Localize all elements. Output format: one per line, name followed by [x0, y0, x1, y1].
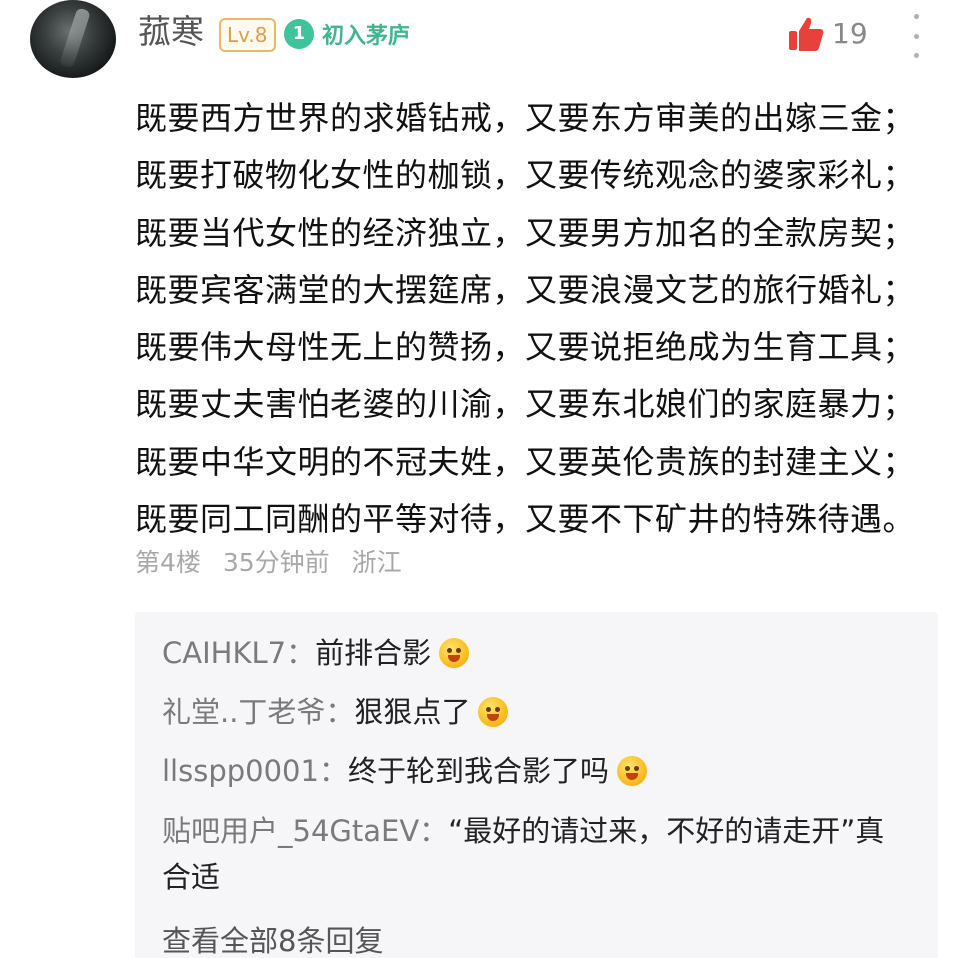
reply-item[interactable]: llsspp0001：终于轮到我合影了吗 — [162, 748, 912, 794]
reply-author[interactable]: 礼堂..丁老爷： — [162, 695, 354, 729]
post-content: 既要西方世界的求婚钻戒，又要东方审美的出嫁三金； 既要打破物化女性的枷锁，又要传… — [135, 90, 935, 548]
reply-text: 前排合影 — [315, 636, 432, 670]
content-line: 既要中华文明的不冠夫姓，又要英伦贵族的封建主义； — [135, 442, 916, 481]
view-all-replies-link[interactable]: 查看全部8条回复 — [162, 918, 383, 958]
thumbs-up-icon — [789, 17, 824, 51]
avatar-image — [59, 7, 91, 69]
more-vertical-icon[interactable] — [910, 14, 922, 58]
floor-number: 第4楼 — [135, 548, 201, 577]
content-line: 既要打破物化女性的枷锁，又要传统观念的婆家彩礼； — [135, 156, 916, 195]
reply-text: 终于轮到我合影了吗 — [347, 754, 609, 788]
like-count: 19 — [832, 17, 868, 50]
post-location: 浙江 — [351, 548, 402, 577]
author-name[interactable]: 菰寒 — [138, 10, 204, 54]
post-card: 菰寒 Lv.8 1 初入茅庐 19 既要西方世界的求婚钻戒，又要东方审美的出嫁三… — [0, 0, 960, 958]
level-badge: Lv.8 — [219, 18, 276, 52]
grimace-emoji — [478, 697, 509, 727]
reply-author[interactable]: llsspp0001： — [162, 754, 348, 788]
post-meta: 第4楼 35分钟前 浙江 — [135, 543, 416, 583]
like-button[interactable]: 19 — [786, 14, 868, 54]
reply-section: CAIHKL7：前排合影 礼堂..丁老爷：狠狠点了 llsspp0001：终于轮… — [135, 612, 938, 958]
content-line: 既要丈夫害怕老婆的川渝，又要东北娘们的家庭暴力； — [135, 385, 916, 424]
content-line: 既要当代女性的经济独立，又要男方加名的全款房契； — [135, 213, 916, 252]
content-line: 既要西方世界的求婚钻戒，又要东方审美的出嫁三金； — [135, 99, 916, 137]
post-time: 35分钟前 — [222, 548, 330, 577]
reply-author[interactable]: 贴吧用户_54GtaEV： — [162, 814, 448, 848]
reply-item[interactable]: CAIHKL7：前排合影 — [162, 630, 912, 676]
rank-title: 初入茅庐 — [322, 24, 411, 49]
rank-badge: 1 初入茅庐 — [284, 16, 410, 52]
content-line: 既要宾客满堂的大摆筵席，又要浪漫文艺的旅行婚礼； — [135, 270, 916, 309]
reply-text: 狠狠点了 — [354, 695, 471, 729]
reply-item[interactable]: 贴吧用户_54GtaEV：“最好的请过来，不好的请走开”真合适 — [162, 808, 902, 900]
gem-icon: 1 — [284, 19, 314, 49]
laughing-emoji — [439, 638, 470, 668]
content-line: 既要同工同酬的平等对待，又要不下矿井的特殊待遇。 — [135, 500, 916, 539]
content-line: 既要伟大母性无上的赞扬，又要说拒绝成为生育工具； — [135, 328, 916, 367]
reply-item[interactable]: 礼堂..丁老爷：狠狠点了 — [162, 689, 912, 735]
grin-emoji — [616, 756, 647, 786]
avatar[interactable] — [30, 0, 116, 78]
reply-author[interactable]: CAIHKL7： — [162, 636, 315, 670]
